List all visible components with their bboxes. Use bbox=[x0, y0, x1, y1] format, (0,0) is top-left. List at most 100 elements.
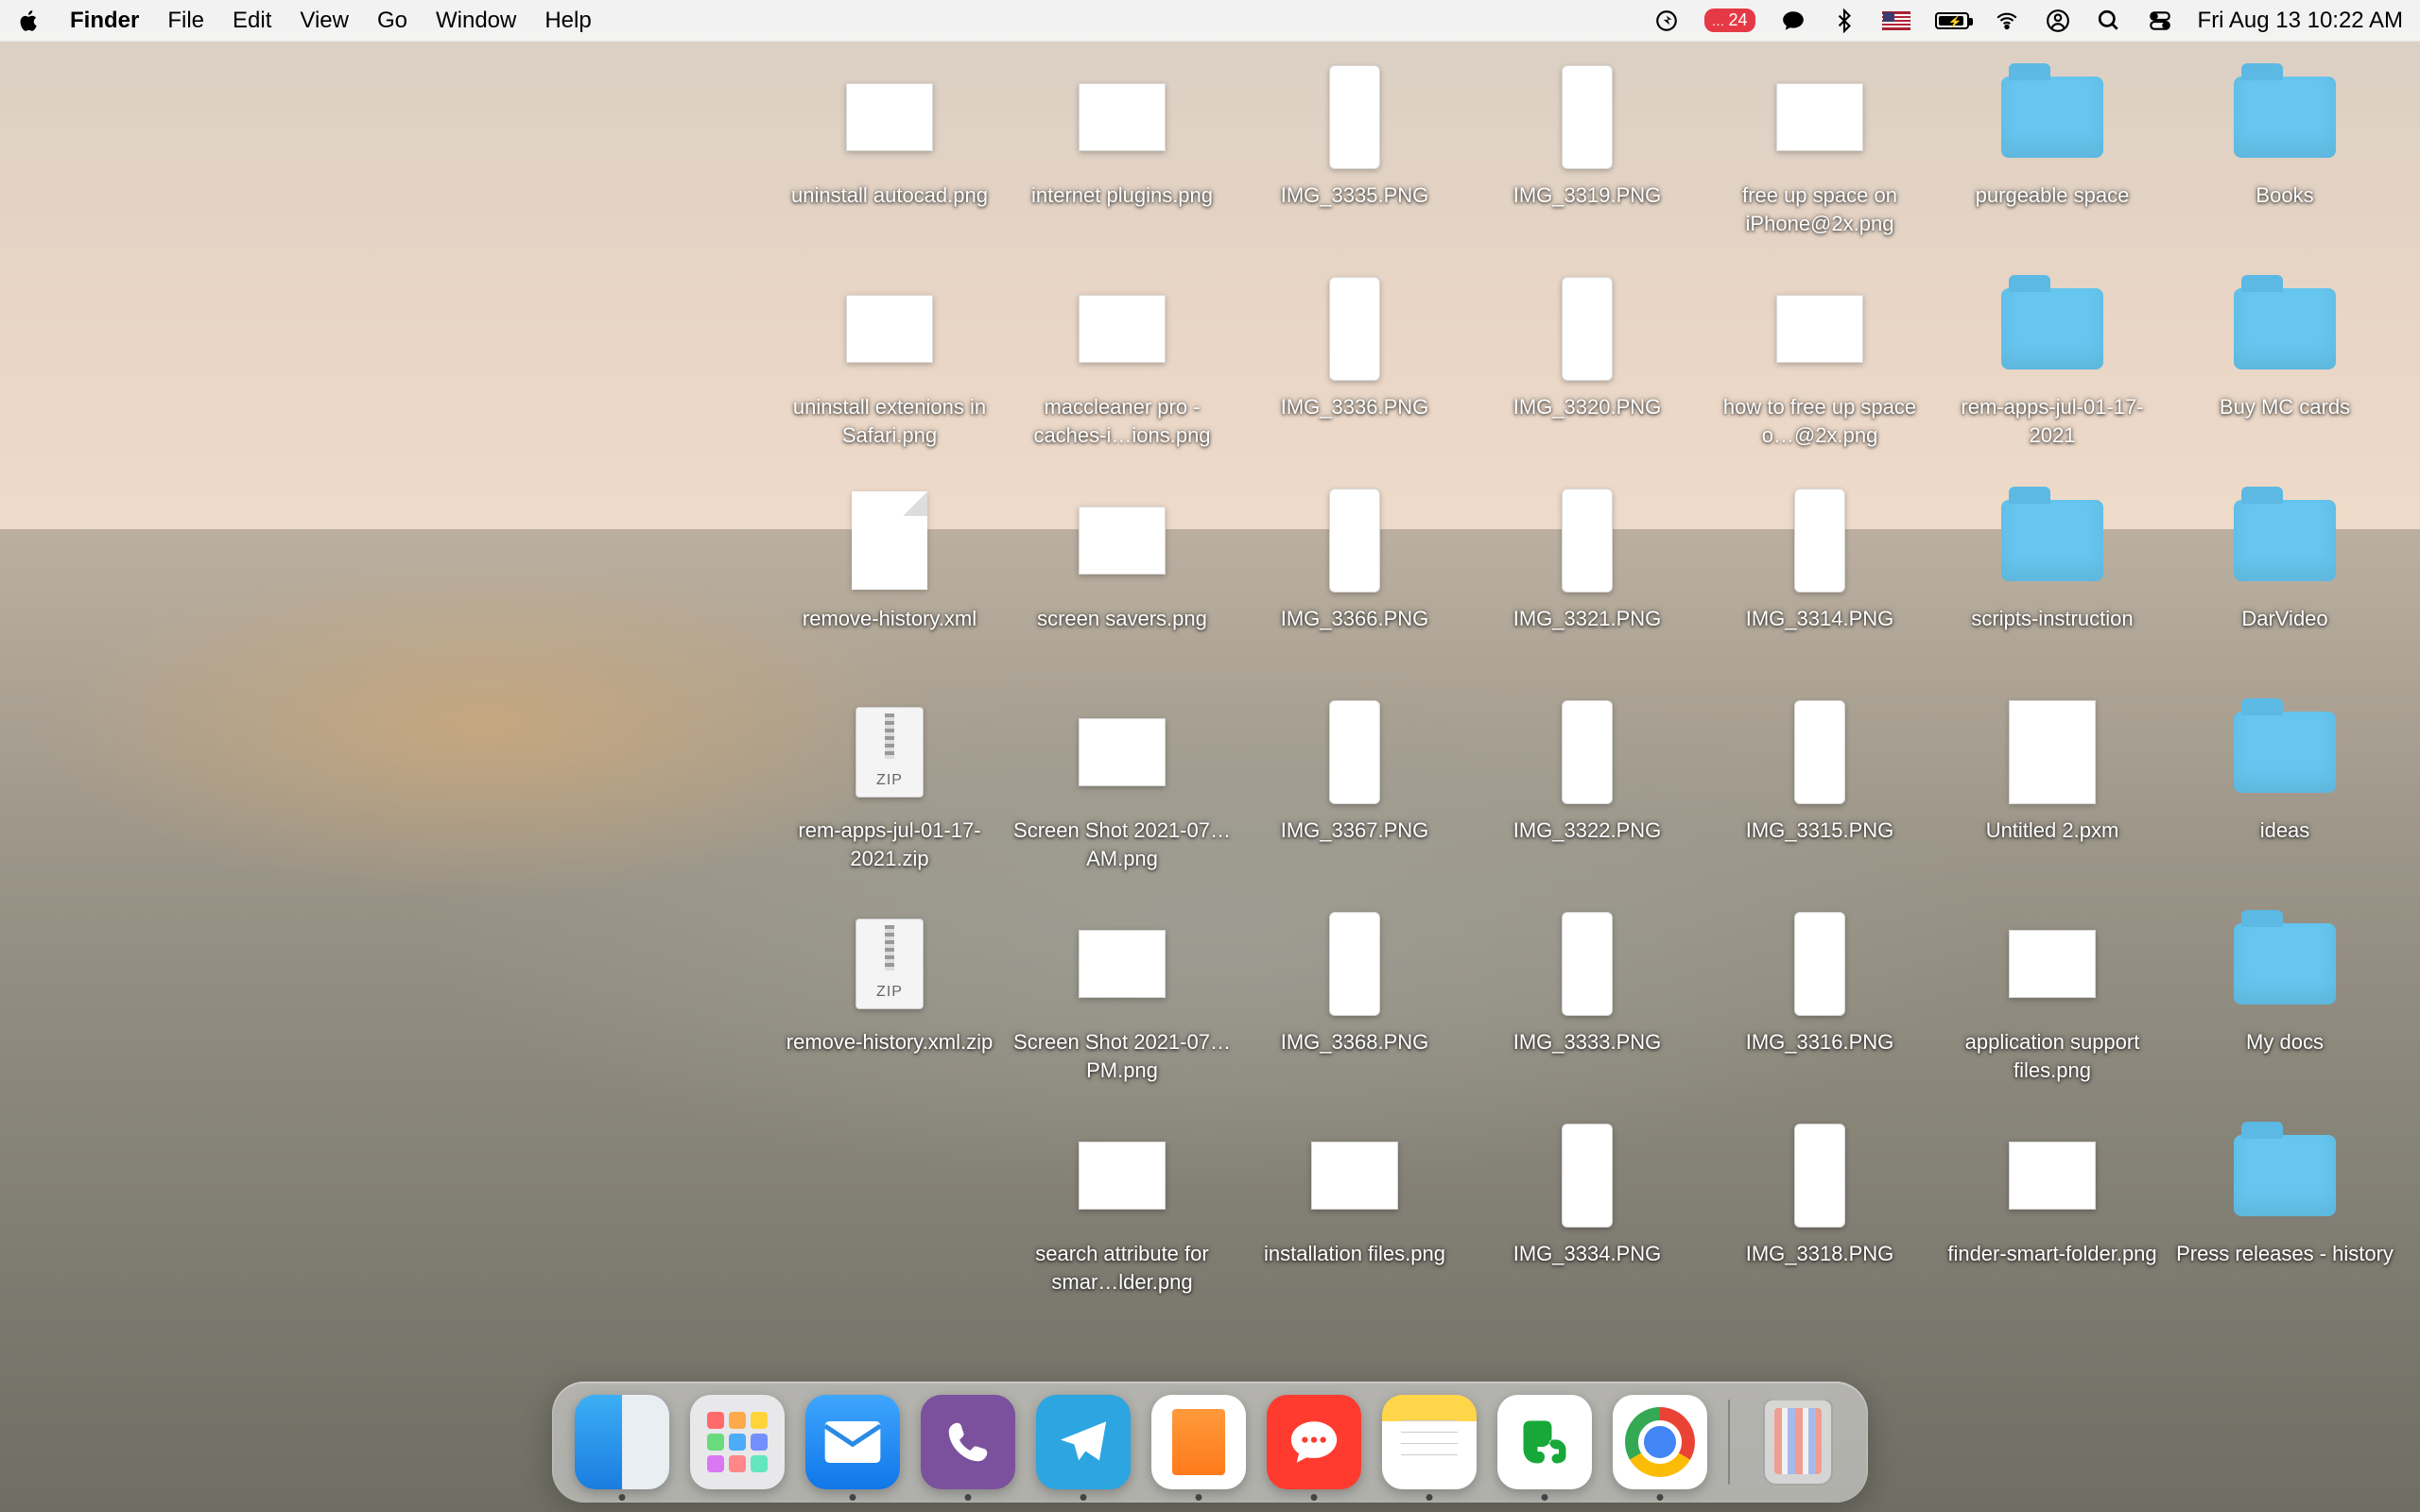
desktop-icon[interactable]: rem-apps-jul-01-17-2021 bbox=[1936, 268, 2169, 480]
desktop-icon-grid[interactable]: uninstall autocad.png internet plugins.pn… bbox=[773, 57, 2401, 1327]
desktop-icon[interactable]: IMG_3333.PNG bbox=[1471, 903, 1703, 1115]
desktop-icon[interactable]: Buy MC cards bbox=[2169, 268, 2401, 480]
desktop-icon[interactable]: IMG_3366.PNG bbox=[1238, 480, 1471, 692]
folder-icon bbox=[2001, 77, 2103, 158]
desktop-icon[interactable]: application support files.png bbox=[1936, 903, 2169, 1115]
menu-go[interactable]: Go bbox=[377, 8, 407, 34]
spotlight-search-icon[interactable] bbox=[2096, 8, 2122, 34]
desktop-icon[interactable]: uninstall autocad.png bbox=[773, 57, 1006, 268]
dock-app-viber[interactable] bbox=[921, 1395, 1015, 1489]
desktop-icon[interactable]: remove-history.xml.zip bbox=[773, 903, 1006, 1115]
menu-window[interactable]: Window bbox=[436, 8, 516, 34]
desktop-icon[interactable]: IMG_3320.PNG bbox=[1471, 268, 1703, 480]
dock-app-evernote[interactable] bbox=[1497, 1395, 1592, 1489]
menu-file[interactable]: File bbox=[167, 8, 204, 34]
desktop-icon-label: IMG_3320.PNG bbox=[1513, 393, 1662, 421]
desktop-icon-label: IMG_3318.PNG bbox=[1746, 1240, 1894, 1268]
desktop-icon[interactable]: IMG_3322.PNG bbox=[1471, 692, 1703, 903]
desktop-icon[interactable]: internet plugins.png bbox=[1006, 57, 1238, 268]
messages-icon[interactable] bbox=[1780, 8, 1806, 34]
menubar-clock[interactable]: Fri Aug 13 10:22 AM bbox=[2198, 8, 2403, 34]
image-thumbnail-icon bbox=[1079, 718, 1166, 786]
dock-app-notes[interactable] bbox=[1382, 1395, 1477, 1489]
desktop-icon-label: Screen Shot 2021-07…AM.png bbox=[1013, 816, 1231, 872]
desktop-icon[interactable]: My docs bbox=[2169, 903, 2401, 1115]
menu-help[interactable]: Help bbox=[544, 8, 591, 34]
menubar-app-name[interactable]: Finder bbox=[70, 8, 139, 34]
desktop-icon[interactable]: Books bbox=[2169, 57, 2401, 268]
dock-app-mail[interactable] bbox=[805, 1395, 900, 1489]
folder-icon bbox=[2234, 77, 2336, 158]
document-icon bbox=[852, 491, 927, 590]
desktop-icon-label: IMG_3367.PNG bbox=[1281, 816, 1429, 845]
desktop-icon-label: IMG_3336.PNG bbox=[1281, 393, 1429, 421]
dock-app-launchpad[interactable] bbox=[690, 1395, 785, 1489]
desktop-icon[interactable]: IMG_3334.PNG bbox=[1471, 1115, 1703, 1327]
desktop-icon[interactable]: Screen Shot 2021-07…AM.png bbox=[1006, 692, 1238, 903]
image-thumbnail-icon bbox=[1079, 295, 1166, 363]
dock-trash[interactable] bbox=[1751, 1395, 1845, 1489]
notification-count: 24 bbox=[1729, 10, 1748, 30]
desktop-icon-label: rem-apps-jul-01-17-2021 bbox=[1944, 393, 2161, 449]
desktop-icon[interactable]: screen savers.png bbox=[1006, 480, 1238, 692]
image-thumbnail-icon bbox=[1329, 912, 1380, 1016]
battery-icon[interactable]: ⚡ bbox=[1935, 12, 1969, 29]
desktop-icon[interactable]: ideas bbox=[2169, 692, 2401, 903]
desktop-icon[interactable]: IMG_3321.PNG bbox=[1471, 480, 1703, 692]
menu-extra-circle-icon[interactable] bbox=[1653, 8, 1680, 34]
desktop-icon[interactable]: IMG_3315.PNG bbox=[1703, 692, 1936, 903]
desktop-icon-label: Screen Shot 2021-07…PM.png bbox=[1013, 1028, 1231, 1084]
image-thumbnail-icon bbox=[1079, 83, 1166, 151]
desktop-icon[interactable]: IMG_3335.PNG bbox=[1238, 57, 1471, 268]
control-center-icon[interactable] bbox=[2147, 8, 2173, 34]
desktop-icon-label: remove-history.xml.zip bbox=[786, 1028, 993, 1057]
menu-view[interactable]: View bbox=[300, 8, 349, 34]
desktop-icon[interactable]: maccleaner pro - caches-i…ions.png bbox=[1006, 268, 1238, 480]
desktop-icon-label: internet plugins.png bbox=[1031, 181, 1213, 210]
desktop-icon[interactable]: search attribute for smar…lder.png bbox=[1006, 1115, 1238, 1327]
desktop-icon[interactable]: how to free up space o…@2x.png bbox=[1703, 268, 1936, 480]
wifi-icon[interactable] bbox=[1994, 8, 2020, 34]
desktop-icon[interactable]: Press releases - history bbox=[2169, 1115, 2401, 1327]
desktop-icon[interactable]: free up space on iPhone@2x.png bbox=[1703, 57, 1936, 268]
desktop-icon[interactable]: finder-smart-folder.png bbox=[1936, 1115, 2169, 1327]
input-source-flag-icon[interactable] bbox=[1882, 11, 1910, 30]
notification-badge[interactable]: …24 bbox=[1704, 9, 1755, 32]
zip-archive-icon bbox=[856, 919, 924, 1009]
desktop-icon[interactable]: IMG_3316.PNG bbox=[1703, 903, 1936, 1115]
desktop-icon-label: purgeable space bbox=[1976, 181, 2130, 210]
desktop-icon-label: maccleaner pro - caches-i…ions.png bbox=[1013, 393, 1231, 449]
desktop-icon[interactable]: remove-history.xml bbox=[773, 480, 1006, 692]
desktop-icon[interactable]: IMG_3367.PNG bbox=[1238, 692, 1471, 903]
desktop-icon-label: Untitled 2.pxm bbox=[1986, 816, 2119, 845]
dock-app-pages[interactable] bbox=[1151, 1395, 1246, 1489]
dock-app-finder[interactable] bbox=[575, 1395, 669, 1489]
desktop-icon[interactable]: Screen Shot 2021-07…PM.png bbox=[1006, 903, 1238, 1115]
apple-logo-icon[interactable] bbox=[17, 9, 42, 33]
image-thumbnail-icon bbox=[2009, 1142, 2096, 1210]
desktop-icon[interactable]: rem-apps-jul-01-17-2021.zip bbox=[773, 692, 1006, 903]
desktop-icon[interactable]: uninstall extenions in Safari.png bbox=[773, 268, 1006, 480]
desktop-icon-label: My docs bbox=[2246, 1028, 2324, 1057]
user-icon[interactable] bbox=[2045, 8, 2071, 34]
desktop-icon[interactable]: Untitled 2.pxm bbox=[1936, 692, 2169, 903]
dock-app-imessage[interactable] bbox=[1267, 1395, 1361, 1489]
desktop-icon[interactable]: IMG_3336.PNG bbox=[1238, 268, 1471, 480]
image-thumbnail-icon bbox=[1794, 1124, 1845, 1228]
folder-icon bbox=[2001, 288, 2103, 369]
menu-edit[interactable]: Edit bbox=[233, 8, 271, 34]
desktop-icon[interactable]: scripts-instruction bbox=[1936, 480, 2169, 692]
bluetooth-icon[interactable] bbox=[1831, 8, 1858, 34]
dock-app-telegram[interactable] bbox=[1036, 1395, 1131, 1489]
zip-archive-icon bbox=[856, 707, 924, 798]
image-thumbnail-icon bbox=[1079, 930, 1166, 998]
image-thumbnail-icon bbox=[1079, 507, 1166, 575]
desktop-icon[interactable]: purgeable space bbox=[1936, 57, 2169, 268]
desktop-icon[interactable]: IMG_3314.PNG bbox=[1703, 480, 1936, 692]
desktop-icon[interactable]: installation files.png bbox=[1238, 1115, 1471, 1327]
desktop-icon[interactable]: IMG_3368.PNG bbox=[1238, 903, 1471, 1115]
desktop-icon[interactable]: IMG_3318.PNG bbox=[1703, 1115, 1936, 1327]
dock-app-chrome[interactable] bbox=[1613, 1395, 1707, 1489]
desktop-icon[interactable]: IMG_3319.PNG bbox=[1471, 57, 1703, 268]
desktop-icon[interactable]: DarVideo bbox=[2169, 480, 2401, 692]
